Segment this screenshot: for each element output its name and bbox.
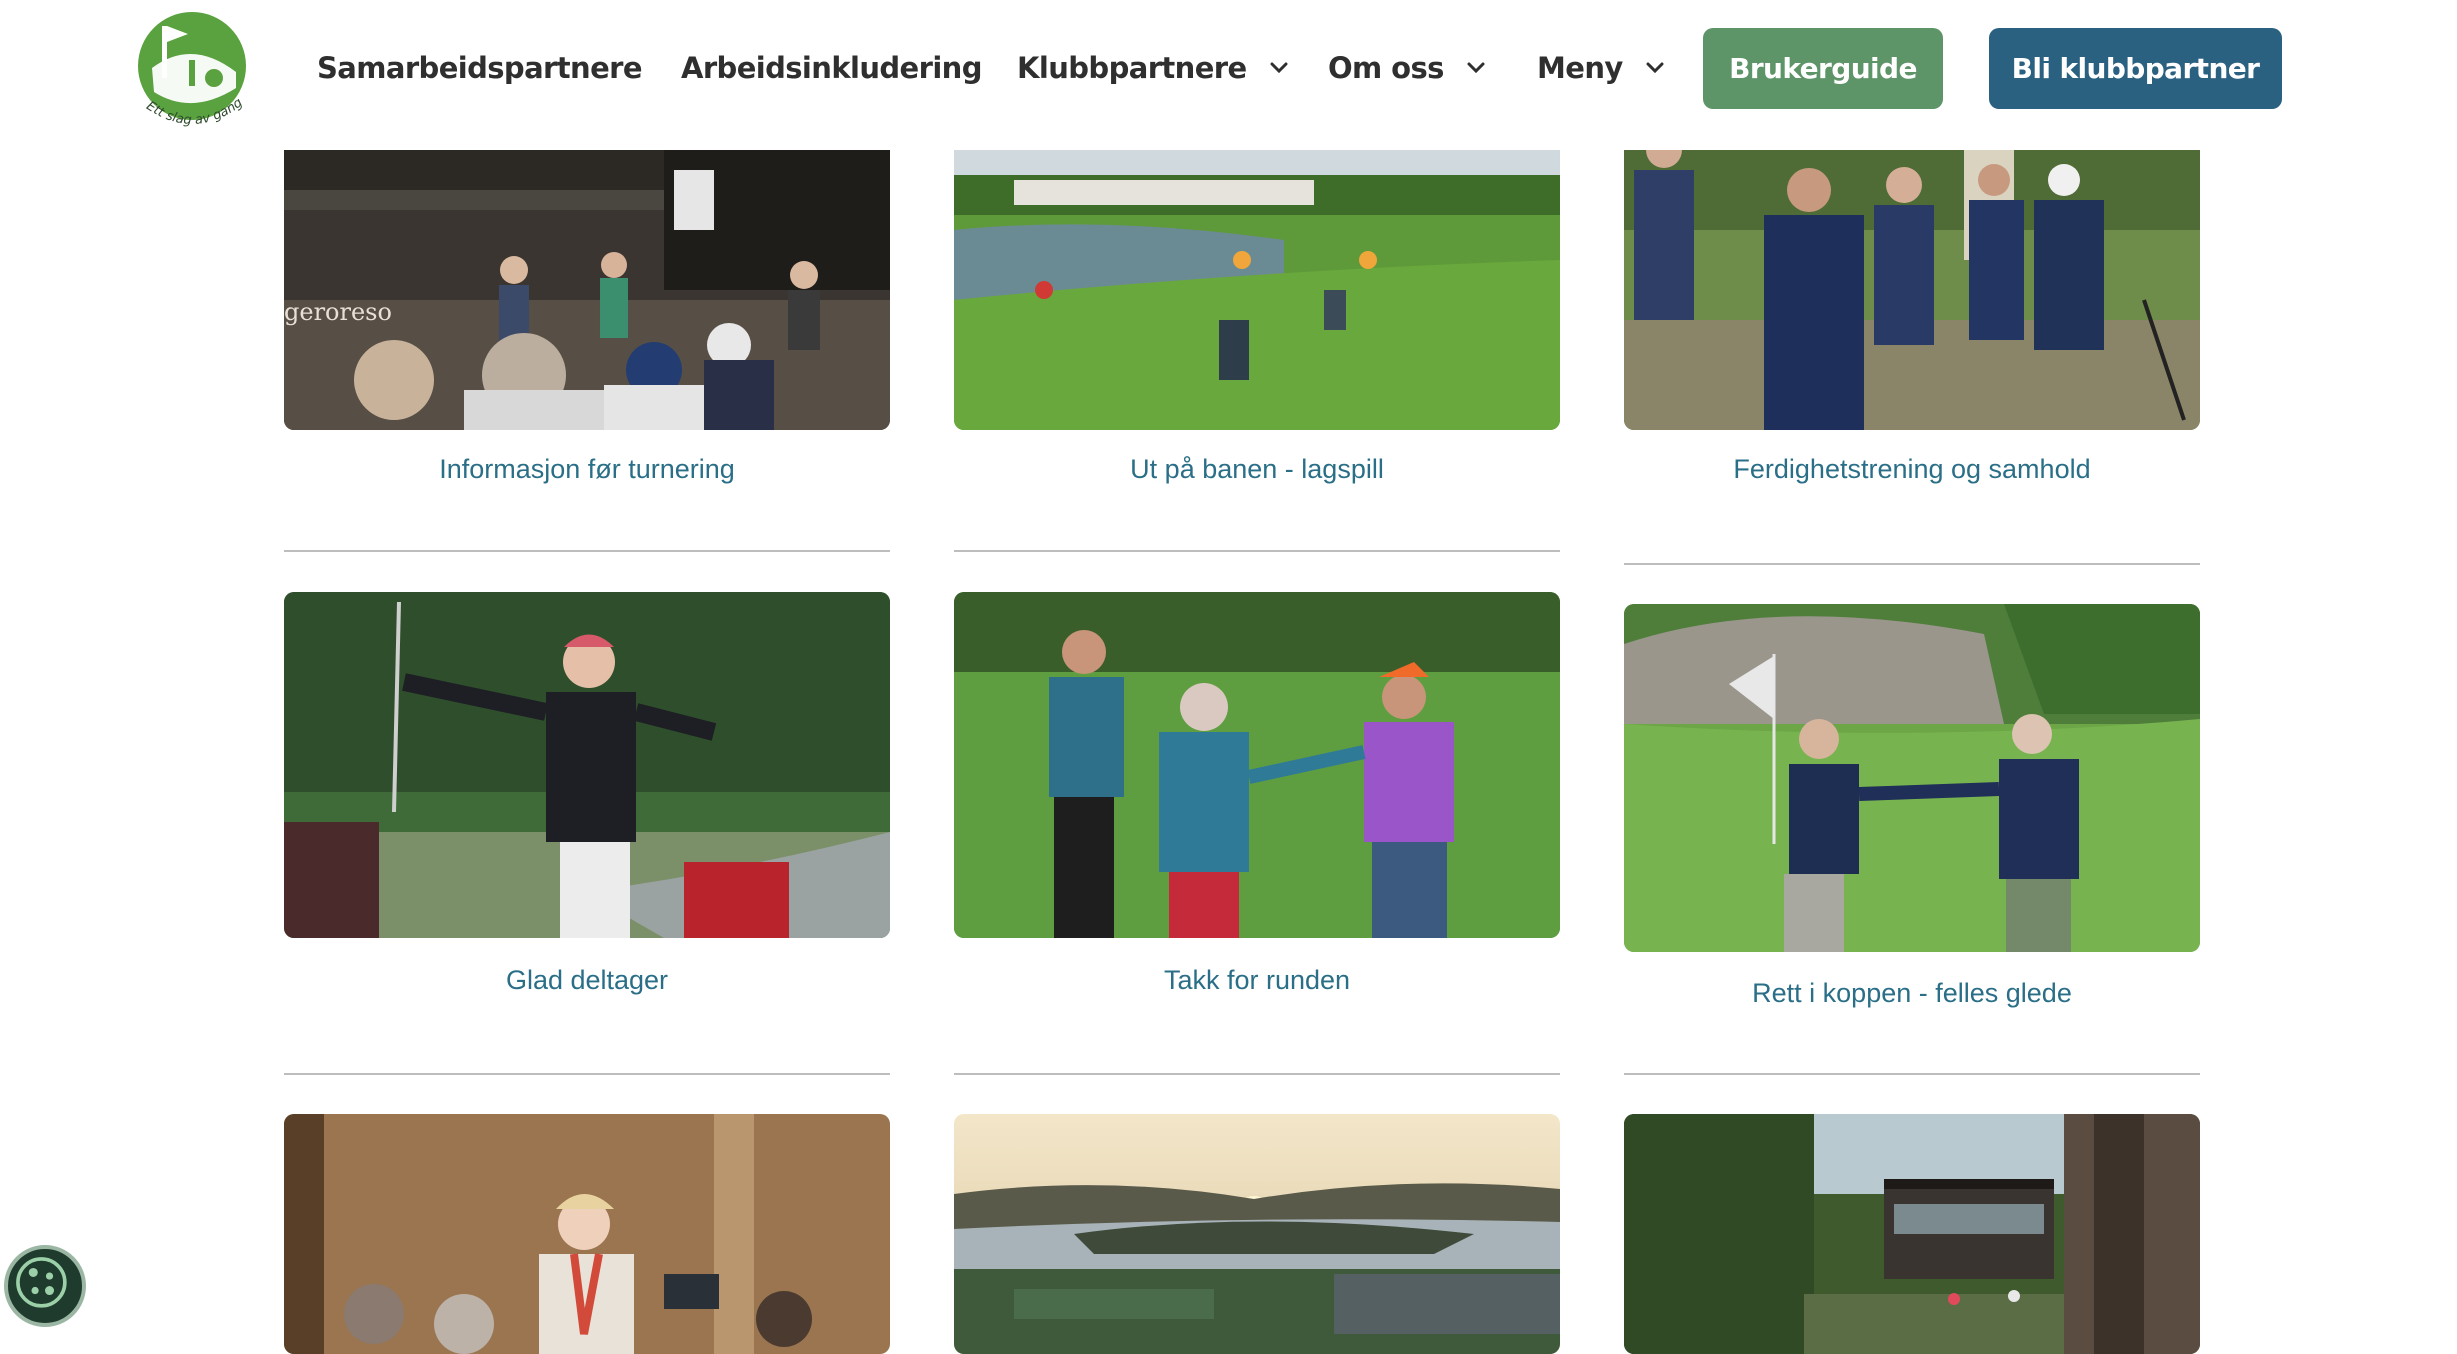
nav-item-klubbpartnere[interactable]: Klubbpartnere — [1017, 45, 1289, 91]
nav-item-label: Arbeidsinkludering — [681, 51, 982, 85]
gallery-photo-fistbump[interactable] — [1624, 604, 2200, 952]
gallery-photo-briefing[interactable]: gerorеsо — [284, 120, 890, 430]
gallery-caption[interactable]: Informasjon før turnering — [284, 454, 890, 485]
chevron-down-icon — [1467, 62, 1485, 74]
chevron-down-icon — [1646, 62, 1664, 74]
nav-item-om-oss[interactable]: Om oss — [1328, 45, 1486, 91]
gallery-caption[interactable]: Glad deltager — [284, 965, 890, 996]
gallery-caption[interactable]: Rett i koppen - felles glede — [1624, 978, 2200, 1009]
photo-golf-course-icon — [954, 120, 1560, 430]
nav-item-label: Samarbeidspartnere — [317, 51, 643, 85]
nav-item-label: Om oss — [1328, 51, 1444, 85]
brukerguide-button[interactable]: Brukerguide — [1703, 28, 1943, 109]
gallery-caption[interactable]: Takk for runden — [954, 965, 1560, 996]
gallery-photo-sunset-fjord[interactable] — [954, 1114, 1560, 1354]
nav-item-meny[interactable]: Meny — [1537, 45, 1665, 91]
gallery-caption[interactable]: Ut på banen - lagspill — [954, 454, 1560, 485]
photo-fistbump-icon — [1624, 604, 2200, 952]
photo-clubhouse-icon — [1624, 1114, 2200, 1354]
cookie-icon — [16, 1257, 67, 1308]
divider — [284, 1073, 890, 1075]
divider — [1624, 563, 2200, 565]
gallery-photo-speaker[interactable] — [284, 1114, 890, 1354]
chevron-down-icon — [1270, 62, 1288, 74]
photo-handshake-icon — [954, 592, 1560, 938]
bli-klubbpartner-button[interactable]: Bli klubbpartner — [1989, 28, 2282, 109]
divider — [284, 550, 890, 552]
gallery-photo-clubhouse[interactable] — [1624, 1114, 2200, 1354]
gallery-photo-happy-golfer[interactable] — [284, 592, 890, 938]
gallery-photo-golf-course[interactable] — [954, 120, 1560, 430]
divider — [954, 1073, 1560, 1075]
nav-item-label: Meny — [1537, 51, 1623, 85]
photo-overlay-text: gerorеsо — [284, 298, 392, 326]
nav-item-samarbeidspartnere[interactable]: Samarbeidspartnere — [317, 45, 643, 91]
divider — [1624, 1073, 2200, 1075]
site-header: Ett slag av gangen Samarbeidspartnere Ar… — [0, 0, 2457, 150]
nav-item-arbeidsinkludering[interactable]: Arbeidsinkludering — [681, 45, 982, 91]
gallery-photo-group[interactable] — [1624, 120, 2200, 430]
logo-icon: Ett slag av gangen — [128, 0, 246, 128]
gallery-photo-handshake[interactable] — [954, 592, 1560, 938]
cookie-settings-button[interactable] — [4, 1245, 86, 1327]
photo-sunset-fjord-icon — [954, 1114, 1560, 1354]
divider — [954, 550, 1560, 552]
site-logo[interactable]: Ett slag av gangen — [128, 0, 254, 134]
photo-speaker-icon — [284, 1114, 890, 1354]
photo-briefing-icon: gerorеsо — [284, 120, 890, 430]
gallery-caption[interactable]: Ferdighetstrening og samhold — [1624, 454, 2200, 485]
photo-group-icon — [1624, 120, 2200, 430]
nav-item-label: Klubbpartnere — [1017, 51, 1247, 85]
photo-happy-golfer-icon — [284, 592, 890, 938]
